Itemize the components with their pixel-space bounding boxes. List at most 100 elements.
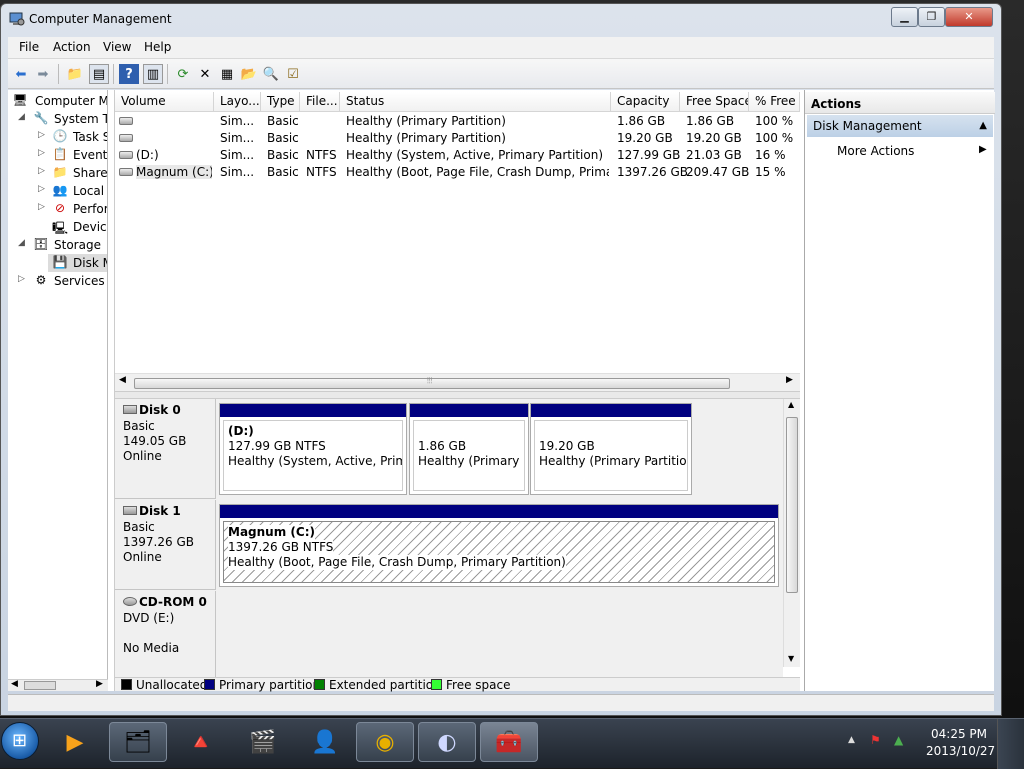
menu-view[interactable]: View bbox=[103, 40, 131, 54]
close-button[interactable]: ✕ bbox=[945, 7, 993, 27]
partition-c-magnum[interactable]: Magnum (C:) 1397.26 GB NTFS Healthy (Boo… bbox=[219, 504, 779, 587]
expand-arrow-icon[interactable]: ▷ bbox=[38, 202, 45, 212]
show-hidden-icons-icon[interactable]: ▲ bbox=[848, 735, 855, 745]
start-button[interactable]: ⊞ bbox=[1, 722, 39, 760]
scroll-right-icon[interactable]: ▶ bbox=[786, 375, 793, 385]
column-header-percent-free[interactable]: % Free bbox=[749, 92, 800, 112]
disk-1-label[interactable]: Disk 1 Basic 1397.26 GB Online bbox=[115, 500, 216, 590]
file-explorer-icon[interactable]: 🗂 bbox=[109, 722, 167, 762]
volume-layout: Sim... bbox=[220, 114, 255, 128]
partition-19-20gb[interactable]: 19.20 GB Healthy (Primary Partition) bbox=[530, 403, 692, 495]
show-hide-action-pane-icon[interactable]: ▥ bbox=[143, 64, 163, 84]
actions-header: Actions bbox=[805, 92, 995, 114]
cdrom-0-label[interactable]: CD-ROM 0 DVD (E:) No Media bbox=[115, 591, 216, 677]
back-icon[interactable]: ⬅ bbox=[11, 64, 31, 84]
show-desktop-button[interactable] bbox=[997, 719, 1024, 769]
clock-date[interactable]: 2013/10/27 bbox=[926, 744, 995, 758]
delete-icon[interactable]: ✕ bbox=[195, 64, 215, 84]
partition-d[interactable]: (D:) 127.99 GB NTFS Healthy (System, Act… bbox=[219, 403, 407, 495]
volume-row[interactable]: (D:) Sim... Basic NTFS Healthy (System, … bbox=[115, 147, 800, 164]
expand-arrow-icon[interactable]: ▷ bbox=[38, 130, 45, 140]
scrollbar-thumb[interactable] bbox=[24, 681, 56, 690]
column-header-type[interactable]: Type bbox=[261, 92, 300, 112]
forward-icon[interactable]: ➡ bbox=[33, 64, 53, 84]
menu-file[interactable]: File bbox=[19, 40, 39, 54]
legend-swatch bbox=[431, 679, 442, 690]
media-player-icon[interactable]: ▶ bbox=[46, 722, 104, 762]
drive-icon bbox=[119, 151, 133, 159]
computer-management-icon: 🖥 bbox=[12, 93, 28, 107]
scroll-right-icon[interactable]: ▶ bbox=[96, 679, 103, 689]
google-drive-icon[interactable]: ▲ bbox=[894, 733, 903, 747]
clock-time[interactable]: 04:25 PM bbox=[931, 727, 987, 741]
menu-action[interactable]: Action bbox=[53, 40, 91, 54]
column-header-file-system[interactable]: File... bbox=[300, 92, 340, 112]
volume-type: Basic bbox=[267, 165, 299, 179]
scroll-down-icon[interactable]: ▼ bbox=[788, 654, 794, 663]
refresh-icon[interactable]: ⟳ bbox=[173, 64, 193, 84]
scrollbar-thumb[interactable]: ⦙⦙⦙ bbox=[134, 376, 730, 389]
performance-icon: ⊘ bbox=[54, 201, 66, 215]
volume-capacity: 19.20 GB bbox=[617, 131, 673, 145]
column-header-status[interactable]: Status bbox=[340, 92, 611, 112]
collapse-arrow-icon[interactable]: ◢ bbox=[18, 238, 25, 248]
expand-arrow-icon[interactable]: ▷ bbox=[38, 148, 45, 158]
expand-arrow-icon[interactable]: ▷ bbox=[38, 166, 45, 176]
volume-free-space: 19.20 GB bbox=[686, 131, 742, 145]
bittorrent-icon[interactable]: ◐ bbox=[418, 722, 476, 762]
properties-icon[interactable]: ▦ bbox=[217, 64, 237, 84]
disk-state: No Media bbox=[123, 641, 180, 655]
disk-graphical-view: Disk 0 Basic 149.05 GB Online (D:) 127.9… bbox=[115, 399, 783, 677]
expand-arrow-icon[interactable]: ▷ bbox=[38, 184, 45, 194]
scroll-up-icon[interactable]: ▲ bbox=[788, 400, 794, 409]
actions-disk-management[interactable]: Disk Management ▲ bbox=[807, 115, 993, 137]
column-header-free-space[interactable]: Free Space bbox=[680, 92, 749, 112]
legend-label: Unallocated bbox=[136, 678, 208, 692]
up-folder-icon[interactable]: 📁 bbox=[65, 64, 85, 84]
open-icon[interactable]: 📂 bbox=[239, 64, 259, 84]
collapse-arrow-icon[interactable]: ◢ bbox=[18, 112, 25, 122]
tree-item-disk-management[interactable]: 💾 Disk M bbox=[48, 254, 107, 272]
volume-row[interactable]: Sim... Basic Healthy (Primary Partition)… bbox=[115, 130, 800, 147]
checklist-icon[interactable]: ☑ bbox=[283, 64, 303, 84]
column-header-volume[interactable]: Volume bbox=[115, 92, 214, 112]
partition-1-86gb[interactable]: 1.86 GB Healthy (Primary Pa bbox=[409, 403, 529, 495]
collapse-up-icon[interactable]: ▲ bbox=[979, 120, 987, 131]
scroll-left-icon[interactable]: ◀ bbox=[119, 375, 126, 385]
contact-photo-icon[interactable]: 👤 bbox=[296, 722, 354, 762]
column-header-layout[interactable]: Layo... bbox=[214, 92, 261, 112]
action-center-flag-icon[interactable]: ⚑ bbox=[870, 733, 881, 747]
vlc-icon[interactable]: 🔺 bbox=[172, 722, 230, 762]
tree-item-label: Perforn bbox=[73, 202, 108, 216]
toolbox-icon[interactable]: 🧰 bbox=[480, 722, 538, 762]
chrome-icon[interactable]: ◉ bbox=[356, 722, 414, 762]
show-hide-tree-icon[interactable]: ▤ bbox=[89, 64, 109, 84]
volume-list-horizontal-scrollbar[interactable]: ◀ ⦙⦙⦙ ▶ bbox=[115, 373, 800, 391]
menu-help[interactable]: Help bbox=[144, 40, 171, 54]
title-bar[interactable]: Computer Management ▁ ❐ ✕ bbox=[1, 4, 1001, 34]
pane-splitter[interactable] bbox=[115, 391, 800, 399]
more-actions-link[interactable]: More Actions bbox=[837, 144, 914, 158]
device-manager-icon: 🖳 bbox=[52, 221, 69, 235]
search-icon[interactable]: 🔍 bbox=[261, 64, 281, 84]
volume-row[interactable]: Sim... Basic Healthy (Primary Partition)… bbox=[115, 113, 800, 130]
disk-view-vertical-scrollbar[interactable]: ▲ ▼ bbox=[783, 399, 800, 667]
partition-status: Healthy (Primary Partition) bbox=[539, 454, 688, 468]
scrollbar-thumb[interactable] bbox=[786, 417, 798, 593]
column-header-capacity[interactable]: Capacity bbox=[611, 92, 680, 112]
volume-percent-free: 100 % bbox=[755, 131, 794, 145]
minimize-button[interactable]: ▁ bbox=[891, 7, 918, 27]
expand-arrow-icon[interactable]: ▷ bbox=[18, 274, 25, 284]
help-icon[interactable]: ? bbox=[119, 64, 139, 84]
tree-horizontal-scrollbar[interactable]: ◀ ▶ bbox=[8, 679, 108, 691]
legend-swatch bbox=[314, 679, 325, 690]
primary-partition-bar bbox=[220, 404, 406, 417]
console-tree: 🖥 Computer Ma ◢ 🔧 System To ▷ 🕒 Task S ▷… bbox=[8, 90, 108, 679]
disk-0-label[interactable]: Disk 0 Basic 149.05 GB Online bbox=[115, 399, 216, 499]
tree-item-label: Disk M bbox=[73, 256, 107, 270]
scroll-left-icon[interactable]: ◀ bbox=[11, 679, 18, 689]
tree-item-label: Computer Ma bbox=[35, 94, 108, 108]
volume-row[interactable]: Magnum (C:) Sim... Basic NTFS Healthy (B… bbox=[115, 164, 800, 181]
maximize-button[interactable]: ❐ bbox=[918, 7, 945, 27]
video-editor-icon[interactable]: 🎬 bbox=[234, 722, 292, 762]
